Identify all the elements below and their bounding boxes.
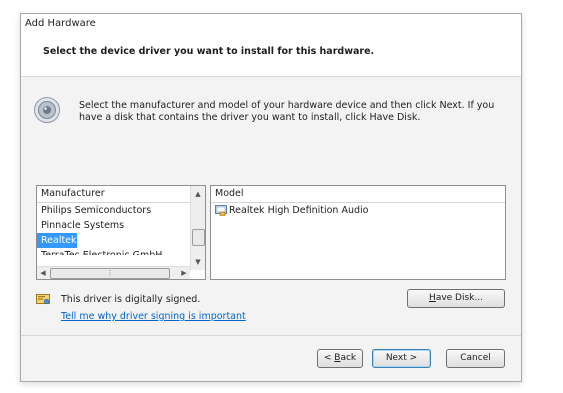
list-item[interactable]: TerraTec Electronic GmbH — [37, 248, 205, 255]
back-prefix: < — [323, 353, 335, 363]
page-title: Select the device driver you want to ins… — [43, 46, 375, 57]
add-hardware-dialog: Add Hardware Select the device driver yo… — [20, 13, 522, 382]
driver-package-icon — [215, 205, 227, 216]
list-item[interactable]: Pinnacle Systems — [37, 218, 205, 233]
driver-signing-link[interactable]: Tell me why driver signing is important — [61, 311, 246, 322]
scroll-up-icon[interactable]: ▲ — [191, 186, 205, 202]
model-item-label: Realtek High Definition Audio — [229, 205, 369, 216]
manufacturer-list[interactable]: Manufacturer Philips Semiconductors Pinn… — [36, 185, 206, 280]
scroll-thumb[interactable] — [192, 229, 205, 246]
list-item[interactable]: Realtek High Definition Audio — [211, 203, 505, 218]
scroll-thumb-horizontal[interactable]: ⋮ — [50, 268, 170, 279]
signature-status: This driver is digitally signed. — [61, 294, 201, 305]
have-disk-mnemonic: H — [429, 293, 436, 303]
header-banner: Select the device driver you want to ins… — [21, 34, 521, 77]
back-label: ack — [340, 353, 357, 363]
back-button[interactable]: < Back — [317, 349, 363, 368]
manufacturer-header: Manufacturer — [37, 186, 205, 203]
have-disk-button[interactable]: Have Disk... — [407, 289, 505, 308]
speaker-icon — [34, 97, 60, 123]
instructions-text: Select the manufacturer and model of you… — [79, 100, 495, 123]
list-item[interactable]: Philips Semiconductors — [37, 203, 205, 218]
model-header: Model — [211, 186, 505, 203]
list-item-selected[interactable]: Realtek — [37, 233, 77, 248]
window-title: Add Hardware — [21, 14, 521, 34]
next-button[interactable]: Next > — [372, 349, 431, 368]
scroll-left-icon[interactable]: ◀ — [37, 267, 49, 279]
scroll-down-icon[interactable]: ▼ — [191, 254, 205, 270]
cancel-button[interactable]: Cancel — [446, 349, 505, 368]
footer-separator — [21, 335, 521, 336]
have-disk-label: ave Disk... — [435, 293, 483, 303]
model-list[interactable]: Model Realtek High Definition Audio — [210, 185, 506, 280]
signed-driver-icon — [36, 294, 50, 305]
scroll-right-icon[interactable]: ▶ — [178, 267, 190, 279]
manufacturer-horizontal-scrollbar[interactable]: ◀ ⋮ ▶ — [37, 266, 190, 279]
manufacturer-vertical-scrollbar[interactable]: ▲ ▼ — [190, 186, 205, 270]
